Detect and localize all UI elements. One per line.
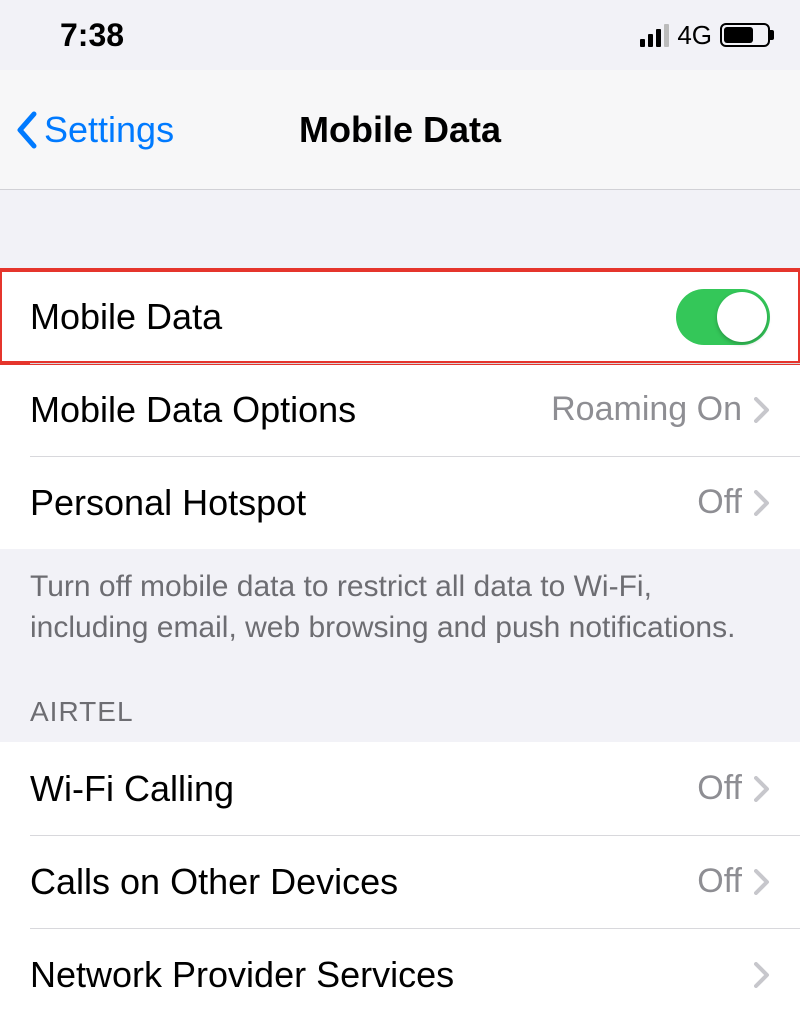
chevron-right-icon: [754, 397, 770, 423]
mobile-data-row[interactable]: Mobile Data: [0, 270, 800, 363]
calls-other-devices-label: Calls on Other Devices: [30, 861, 398, 903]
settings-group-main: Mobile Data Mobile Data Options Roaming …: [0, 270, 800, 549]
battery-icon: [720, 23, 770, 47]
status-indicators: 4G: [640, 20, 770, 51]
page-title: Mobile Data: [299, 109, 501, 151]
calls-other-devices-row[interactable]: Calls on Other Devices Off: [0, 835, 800, 928]
settings-group-carrier: Wi-Fi Calling Off Calls on Other Devices…: [0, 742, 800, 1021]
mobile-data-options-row[interactable]: Mobile Data Options Roaming On: [0, 363, 800, 456]
wifi-calling-value: Off: [697, 769, 742, 808]
wifi-calling-label: Wi-Fi Calling: [30, 768, 234, 810]
chevron-right-icon: [754, 962, 770, 988]
mobile-data-options-value: Roaming On: [551, 390, 742, 429]
carrier-section-header: AIRTEL: [0, 648, 800, 742]
mobile-data-options-label: Mobile Data Options: [30, 389, 356, 431]
network-provider-services-row[interactable]: Network Provider Services: [0, 928, 800, 1021]
back-button[interactable]: Settings: [0, 109, 174, 151]
chevron-left-icon: [14, 110, 42, 150]
mobile-data-footer: Turn off mobile data to restrict all dat…: [0, 549, 800, 648]
personal-hotspot-row[interactable]: Personal Hotspot Off: [0, 456, 800, 549]
chevron-right-icon: [754, 490, 770, 516]
chevron-right-icon: [754, 776, 770, 802]
mobile-data-label: Mobile Data: [30, 296, 222, 338]
chevron-right-icon: [754, 869, 770, 895]
personal-hotspot-label: Personal Hotspot: [30, 482, 306, 524]
calls-other-devices-value: Off: [697, 862, 742, 901]
status-bar: 7:38 4G: [0, 0, 800, 70]
personal-hotspot-value: Off: [697, 483, 742, 522]
network-provider-services-label: Network Provider Services: [30, 954, 454, 996]
mobile-data-toggle[interactable]: [676, 289, 770, 345]
signal-icon: [640, 24, 669, 47]
navigation-bar: Settings Mobile Data: [0, 70, 800, 190]
status-time: 7:38: [60, 17, 124, 54]
back-label: Settings: [44, 109, 174, 151]
wifi-calling-row[interactable]: Wi-Fi Calling Off: [0, 742, 800, 835]
network-type: 4G: [677, 20, 712, 51]
